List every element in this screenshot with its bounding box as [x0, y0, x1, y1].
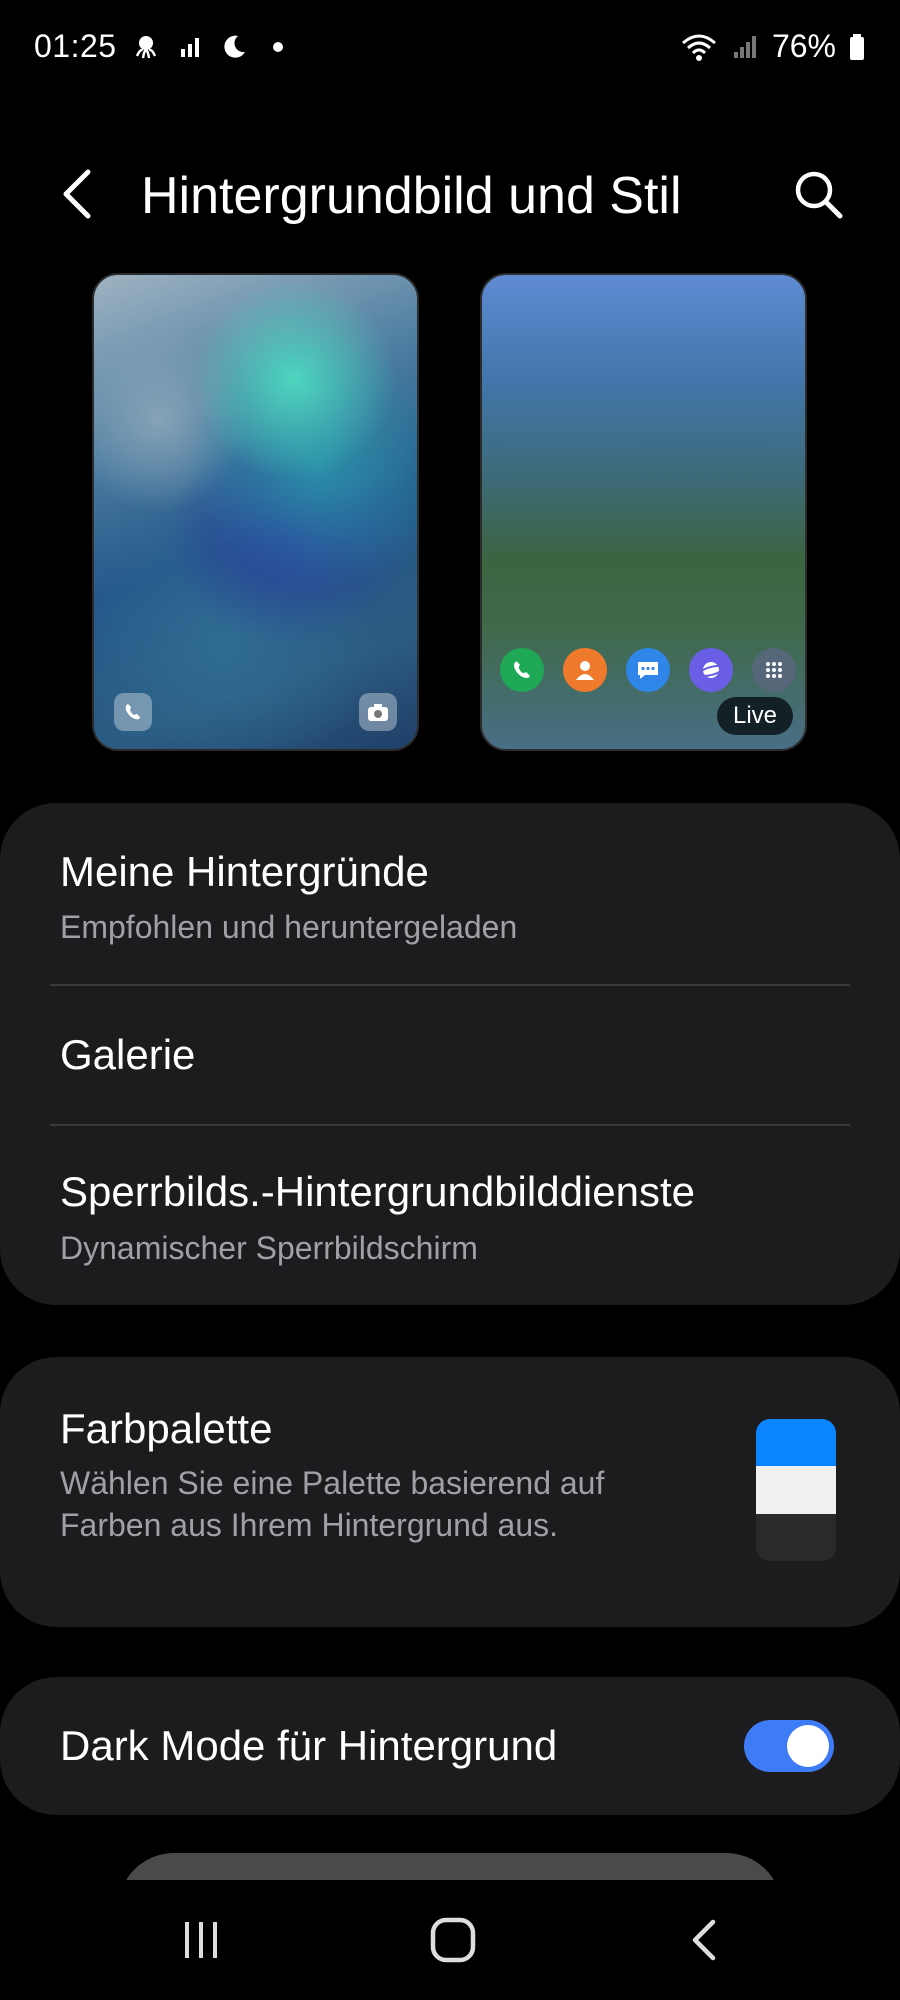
status-right: 76% [680, 28, 866, 65]
camera-shortcut-icon [359, 693, 397, 731]
status-bar: 01:25 76% [0, 0, 900, 100]
status-left: 01:25 [34, 28, 293, 65]
back-icon[interactable] [670, 1910, 740, 1970]
toggle-knob [787, 1725, 829, 1767]
page-title: Hintergrundbild und Stil [141, 167, 682, 225]
messages-app-icon [626, 648, 670, 692]
signal-icon [733, 35, 756, 58]
swatch-primary [756, 1419, 836, 1467]
live-badge: Live [716, 697, 793, 735]
status-time: 01:25 [34, 28, 117, 64]
home-icon[interactable] [418, 1910, 488, 1970]
internet-app-icon [689, 648, 733, 692]
menu-item-title: Sperrbilds.-Hintergrundbilddienste [60, 1168, 696, 1215]
octopus-notification-icon [135, 35, 156, 58]
palette-subtitle-line2: Farben aus Ihrem Hintergrund aus. [60, 1507, 559, 1543]
dot-icon [272, 41, 283, 52]
moon-icon [223, 35, 245, 58]
menu-item-gallery[interactable]: Galerie [0, 986, 900, 1124]
menu-item-subtitle: Empfohlen und heruntergeladen [60, 909, 518, 945]
signal-bars-icon [180, 37, 199, 57]
menu-item-title: Galerie [60, 1031, 196, 1078]
palette-subtitle-line1: Wählen Sie eine Palette basierend auf [60, 1465, 605, 1501]
color-palette-card[interactable]: Farbpalette Wählen Sie eine Palette basi… [0, 1357, 900, 1627]
wallpaper-options-card: Meine Hintergründe Empfohlen und herunte… [0, 803, 900, 1305]
navigation-bar [0, 1880, 900, 2000]
dark-mode-title: Dark Mode für Hintergrund [60, 1722, 558, 1769]
apps-grid-icon [752, 648, 796, 692]
menu-item-my-wallpapers[interactable]: Meine Hintergründe Empfohlen und herunte… [0, 803, 900, 983]
lock-screen-preview[interactable] [92, 273, 419, 751]
menu-item-lockscreen-services[interactable]: Sperrbilds.-Hintergrundbilddienste Dynam… [0, 1126, 900, 1305]
wallpaper-style-screen: 01:25 76% Hintergrundbild und Stil Live … [0, 0, 900, 2000]
home-screen-preview[interactable]: Live [480, 273, 807, 751]
swatch-tertiary [756, 1513, 836, 1561]
app-dock [500, 648, 796, 692]
app-header: Hintergrundbild und Stil [0, 150, 900, 240]
swatch-secondary [756, 1466, 836, 1514]
menu-item-subtitle: Dynamischer Sperrbildschirm [60, 1230, 478, 1266]
search-icon[interactable] [790, 166, 846, 222]
phone-app-icon [500, 648, 544, 692]
wifi-icon [681, 34, 716, 61]
palette-title: Farbpalette [60, 1405, 273, 1452]
battery-icon [850, 33, 864, 60]
palette-swatch[interactable] [756, 1419, 836, 1561]
recents-icon[interactable] [166, 1910, 236, 1970]
dark-mode-toggle[interactable] [744, 1720, 834, 1772]
menu-item-title: Meine Hintergründe [60, 848, 429, 895]
dark-mode-card[interactable]: Dark Mode für Hintergrund [0, 1677, 900, 1815]
contacts-app-icon [563, 648, 607, 692]
phone-shortcut-icon [114, 693, 152, 731]
back-arrow-icon[interactable] [52, 164, 108, 224]
battery-percent: 76% [771, 28, 836, 64]
